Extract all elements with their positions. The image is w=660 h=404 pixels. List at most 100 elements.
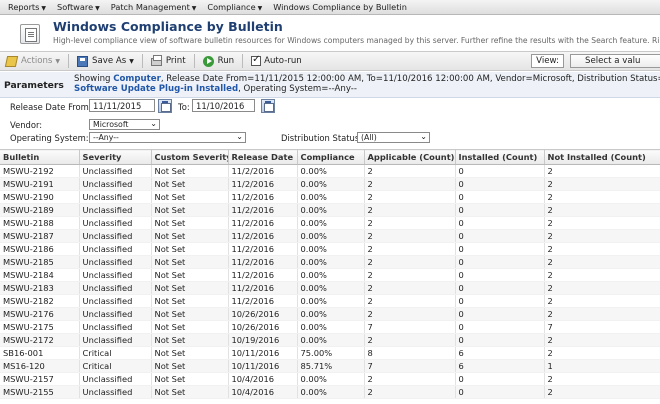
toolbar-divider <box>242 54 244 68</box>
table-row[interactable]: MSWU-2191 Unclassified Not Set 11/2/2016 0.0… <box>0 177 660 191</box>
column-header-not-installed-count[interactable]: Not Installed (Count) <box>544 149 660 165</box>
print-button[interactable]: Print <box>145 55 192 66</box>
autorun-toggle[interactable]: Auto-run <box>245 54 308 66</box>
cell-installed-count: 6 <box>455 346 545 360</box>
cell-custom-severity: Not Set <box>151 281 229 295</box>
cell-release-date: 11/2/2016 <box>228 203 298 217</box>
menu-patch-management[interactable]: Patch Management ▼ <box>111 2 197 12</box>
column-header-installed-count[interactable]: Installed (Count) <box>455 149 545 165</box>
cell-applicable-count: 2 <box>364 242 456 256</box>
column-header-release-date[interactable]: Release Date <box>228 149 298 165</box>
actions-button[interactable]: Actions ▼ <box>0 55 66 67</box>
floppy-disk-icon <box>77 55 89 67</box>
table-row[interactable]: MSWU-2172 Unclassified Not Set 10/19/2016 0.… <box>0 333 660 347</box>
release-from-label: Release Date From: <box>10 102 92 112</box>
autorun-checkbox[interactable] <box>251 54 262 66</box>
table-row[interactable]: MSWU-2176 Unclassified Not Set 10/26/2016 0.… <box>0 307 660 321</box>
cell-not-installed-count: 2 <box>544 294 660 308</box>
cell-compliance: 0.00% <box>297 177 365 191</box>
parameters-line-2: Software Update Plug-in Installed, Opera… <box>74 84 357 94</box>
table-row[interactable]: MSWU-2192 Unclassified Not Set 11/2/2016 0.0… <box>0 164 660 178</box>
table-row[interactable]: MSWU-2190 Unclassified Not Set 11/2/2016 0.0… <box>0 190 660 204</box>
cell-bulletin: MSWU-2182 <box>0 294 80 308</box>
release-to-input[interactable]: 11/10/2016 <box>192 99 255 112</box>
cell-custom-severity: Not Set <box>151 177 229 191</box>
toolbar-divider <box>141 54 143 68</box>
cell-severity: Unclassified <box>79 320 152 334</box>
table-row[interactable]: MSWU-2188 Unclassified Not Set 11/2/2016 0.0… <box>0 216 660 230</box>
table-row[interactable]: MSWU-2189 Unclassified Not Set 11/2/2016 0.0… <box>0 203 660 217</box>
run-button[interactable]: Run <box>197 55 240 67</box>
parameters-details: , Release Date From=11/11/2015 12:00:00 … <box>160 74 660 84</box>
cell-custom-severity: Not Set <box>151 333 229 347</box>
cell-installed-count: 0 <box>455 177 545 191</box>
cell-applicable-count: 2 <box>364 190 456 204</box>
print-label: Print <box>165 56 186 66</box>
cell-not-installed-count: 1 <box>544 359 660 373</box>
column-header-custom-severity[interactable]: Custom Severity <box>151 149 229 165</box>
save-as-button[interactable]: Save As ▼ <box>71 55 140 67</box>
menu-compliance[interactable]: Compliance ▼ <box>207 2 262 12</box>
cell-installed-count: 0 <box>455 320 545 334</box>
calendar-icon[interactable] <box>261 99 275 113</box>
cell-bulletin: MS16-120 <box>0 359 80 373</box>
report-icon <box>20 24 40 44</box>
menu-current-page[interactable]: Windows Compliance by Bulletin <box>273 2 407 12</box>
cell-bulletin: MSWU-2155 <box>0 385 80 399</box>
cell-not-installed-count: 7 <box>544 320 660 334</box>
cell-installed-count: 0 <box>455 190 545 204</box>
table-row[interactable]: MSWU-2175 Unclassified Not Set 10/26/2016 0.… <box>0 320 660 334</box>
cell-not-installed-count: 2 <box>544 255 660 269</box>
play-icon <box>202 55 214 67</box>
cell-installed-count: 0 <box>455 385 545 399</box>
column-header-bulletin[interactable]: Bulletin <box>0 149 80 165</box>
menu-compliance-label: Compliance <box>207 2 256 12</box>
column-header-applicable-count[interactable]: Applicable (Count) <box>364 149 456 165</box>
table-row[interactable]: MSWU-2187 Unclassified Not Set 11/2/2016 0.0… <box>0 229 660 243</box>
cell-custom-severity: Not Set <box>151 229 229 243</box>
view-select[interactable]: Select a valu <box>570 54 660 68</box>
cell-applicable-count: 2 <box>364 333 456 347</box>
table-row[interactable]: MSWU-2182 Unclassified Not Set 11/2/2016 0.0… <box>0 294 660 308</box>
cell-installed-count: 0 <box>455 268 545 282</box>
cell-bulletin: MSWU-2175 <box>0 320 80 334</box>
release-from-input[interactable]: 11/11/2015 <box>89 99 155 112</box>
table-row[interactable]: MSWU-2155 Unclassified Not Set 10/4/2016 0.0… <box>0 385 660 399</box>
cell-bulletin: MSWU-2190 <box>0 190 80 204</box>
cell-installed-count: 0 <box>455 294 545 308</box>
cell-applicable-count: 2 <box>364 372 456 386</box>
distribution-status-select[interactable]: (All) ⌄ <box>357 132 430 143</box>
vendor-select[interactable]: Microsoft ⌄ <box>89 119 160 130</box>
table-row[interactable]: MSWU-2183 Unclassified Not Set 11/2/2016 0.0… <box>0 281 660 295</box>
menu-software-label: Software <box>57 2 94 12</box>
cell-installed-count: 0 <box>455 307 545 321</box>
cell-installed-count: 0 <box>455 372 545 386</box>
column-header-severity[interactable]: Severity <box>79 149 152 165</box>
table-row[interactable]: MSWU-2157 Unclassified Not Set 10/4/2016 0.0… <box>0 372 660 386</box>
cell-compliance: 0.00% <box>297 164 365 178</box>
distribution-status-label: Distribution Status: <box>281 133 363 143</box>
actions-label: Actions <box>21 56 53 66</box>
table-row[interactable]: MSWU-2186 Unclassified Not Set 11/2/2016 0.0… <box>0 242 660 256</box>
table-row[interactable]: MS16-120 Critical Not Set 10/11/2016 85.71% 7… <box>0 359 660 373</box>
page-title: Windows Compliance by Bulletin <box>53 19 283 34</box>
parameters-line-1: Showing Computer, Release Date From=11/1… <box>74 74 660 84</box>
cell-applicable-count: 2 <box>364 216 456 230</box>
cell-applicable-count: 2 <box>364 268 456 282</box>
cell-compliance: 75.00% <box>297 346 365 360</box>
menu-reports[interactable]: Reports ▼ <box>8 2 46 12</box>
parameters-distribution-status: Software Update Plug-in Installed <box>74 84 239 94</box>
calendar-icon[interactable] <box>158 99 172 113</box>
cell-installed-count: 0 <box>455 333 545 347</box>
menu-software[interactable]: Software ▼ <box>57 2 100 12</box>
cell-custom-severity: Not Set <box>151 359 229 373</box>
cell-release-date: 11/2/2016 <box>228 268 298 282</box>
table-row[interactable]: MSWU-2185 Unclassified Not Set 11/2/2016 0.0… <box>0 255 660 269</box>
cell-applicable-count: 7 <box>364 320 456 334</box>
cell-custom-severity: Not Set <box>151 307 229 321</box>
column-header-compliance[interactable]: Compliance <box>297 149 365 165</box>
cell-release-date: 10/4/2016 <box>228 385 298 399</box>
table-row[interactable]: SB16-001 Critical Not Set 10/11/2016 75.00% 8… <box>0 346 660 360</box>
os-select[interactable]: --Any-- ⌄ <box>89 132 246 143</box>
table-row[interactable]: MSWU-2184 Unclassified Not Set 11/2/2016 0.0… <box>0 268 660 282</box>
